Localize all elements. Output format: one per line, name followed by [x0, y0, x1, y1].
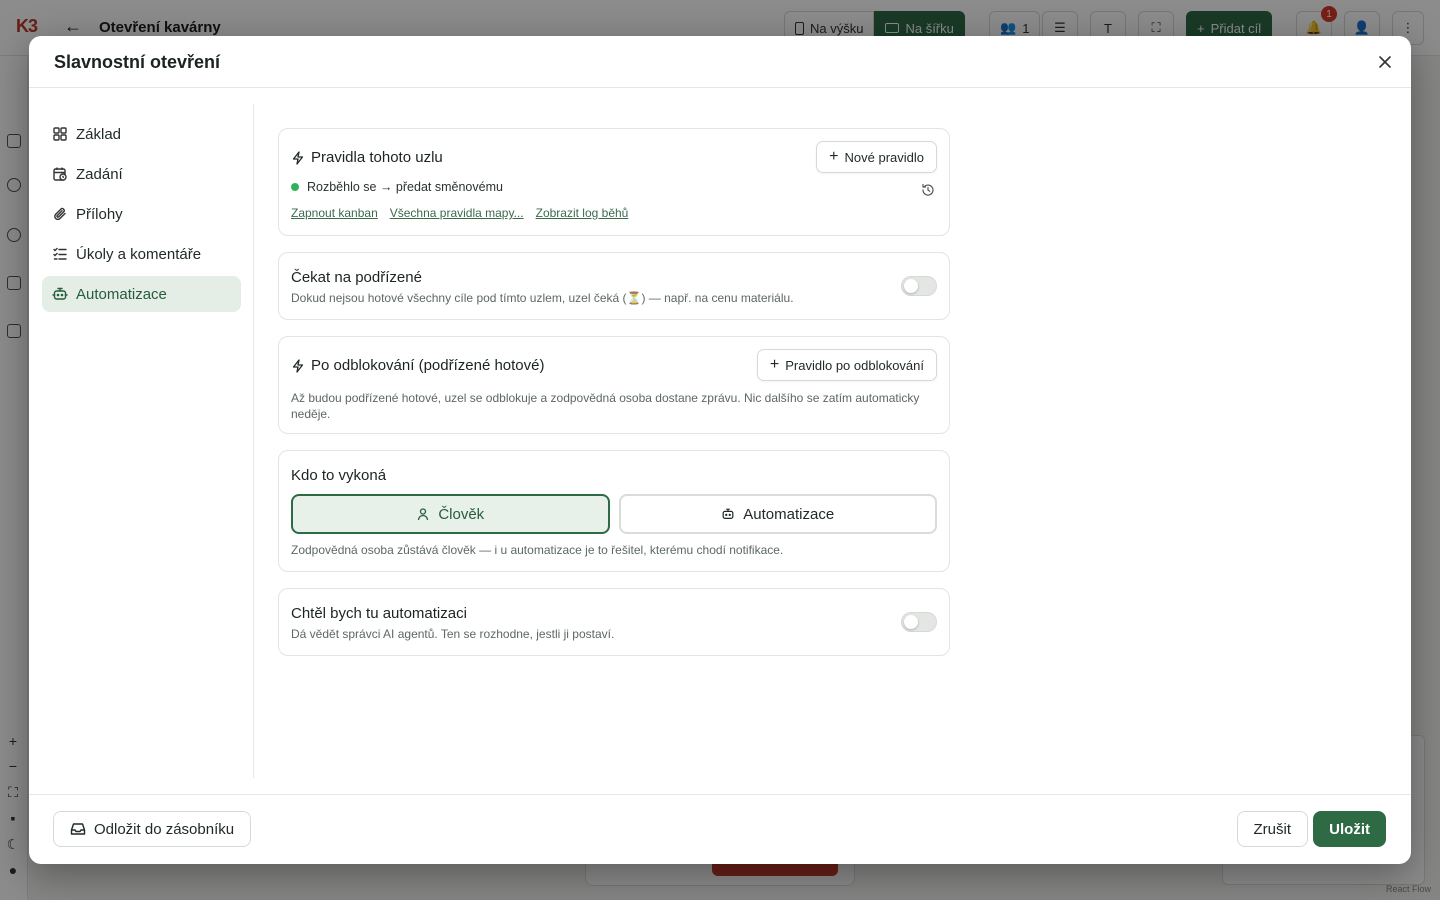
nav-item-ukoly[interactable]: Úkoly a komentáře [42, 236, 241, 272]
modal-header: Slavnostní otevření [29, 36, 1411, 88]
request-title: Chtěl bych tu automatizaci [291, 605, 467, 622]
unblock-rule-button[interactable]: + Pravidlo po odblokování [756, 349, 937, 381]
modal-title: Slavnostní otevření [54, 52, 221, 72]
show-run-log-link[interactable]: Zobrazit log běhů [536, 206, 629, 220]
toggle-knob [904, 279, 918, 293]
bot-icon [722, 508, 734, 519]
plus-icon: + [769, 356, 780, 373]
plus-icon: + [829, 148, 839, 165]
executor-option-automation[interactable]: Automatizace [618, 494, 937, 534]
executor-option-human[interactable]: Člověk [291, 494, 610, 534]
request-automation-card: Chtěl bych tu automatizaci Dá vědět sprá… [278, 588, 950, 656]
wait-children-toggle[interactable] [901, 276, 937, 296]
nav-label: Automatizace [76, 285, 167, 303]
unblock-description: Až budou podřízené hotové, uzel se odblo… [291, 391, 920, 421]
postpone-to-backlog-button[interactable]: Odložit do zásobníku [53, 811, 252, 847]
request-description: Dá vědět správci AI agentů. Ten se rozho… [291, 627, 615, 641]
close-button[interactable] [1373, 50, 1397, 74]
nav-item-prilohy[interactable]: Přílohy [42, 196, 241, 232]
user-icon [418, 508, 429, 521]
unblock-title: Po odblokování (podřízené hotové) [311, 357, 545, 374]
nav-item-zaklad[interactable]: Základ [42, 116, 241, 152]
executor-selector: Člověk Automatizace [291, 494, 937, 534]
wait-description: Dokud nejsou hotové všechny cíle pod tím… [291, 291, 794, 305]
rule-item[interactable]: Rozběhlo se → předat směnovému [291, 180, 937, 194]
calendar-clock-icon [53, 167, 67, 181]
request-automation-toggle[interactable] [901, 612, 937, 632]
node-rules-card: Pravidla tohoto uzlu + Nové pravidlo Roz… [278, 128, 950, 236]
node-detail-modal: Slavnostní otevření Základ Zadání Příloh… [29, 36, 1411, 864]
nav-item-automatizace[interactable]: Automatizace [42, 276, 241, 312]
postpone-label: Odložit do zásobníku [94, 820, 235, 838]
human-option-label: Člověk [438, 505, 485, 523]
save-button[interactable]: Uložit [1313, 811, 1386, 847]
grid-icon [53, 127, 67, 141]
zap-icon [292, 150, 304, 165]
inbox-icon [70, 823, 86, 835]
executor-description: Zodpovědná osoba zůstává člověk — i u au… [291, 543, 784, 557]
nav-item-zadani[interactable]: Zadání [42, 156, 241, 192]
list-checks-icon [53, 247, 67, 260]
nav-label: Zadání [76, 165, 123, 183]
enable-kanban-link[interactable]: Zapnout kanban [291, 206, 378, 220]
nav-label: Úkoly a komentáře [76, 245, 202, 263]
wait-children-card: Čekat na podřízené Dokud nejsou hotové v… [278, 252, 950, 320]
executor-title: Kdo to vykoná [291, 467, 387, 484]
after-unblock-card: Po odblokování (podřízené hotové) + Prav… [278, 336, 950, 434]
paperclip-icon [54, 207, 66, 221]
toggle-knob [904, 615, 918, 629]
bot-icon [52, 287, 68, 300]
automation-panel: Pravidla tohoto uzlu + Nové pravidlo Roz… [278, 128, 950, 672]
rules-links: Zapnout kanban Všechna pravidla mapy... … [291, 206, 937, 220]
new-rule-button[interactable]: + Nové pravidlo [816, 141, 937, 173]
executor-card: Kdo to vykoná Člověk Automatizace Zodpov… [278, 450, 950, 572]
rule-status-dot [291, 183, 299, 191]
new-rule-label: Nové pravidlo [844, 149, 925, 165]
cancel-button[interactable]: Zrušit [1236, 811, 1308, 847]
nav-label: Základ [76, 125, 122, 143]
wait-title: Čekat na podřízené [291, 269, 422, 286]
history-icon [922, 183, 934, 196]
all-map-rules-link[interactable]: Všechna pravidla mapy... [390, 206, 524, 220]
close-icon [1379, 56, 1391, 68]
modal-footer: Odložit do zásobníku Zrušit Uložit [29, 794, 1411, 864]
unblock-rule-label: Pravidlo po odblokování [785, 357, 924, 373]
rules-title: Pravidla tohoto uzlu [311, 149, 443, 166]
nav-divider [253, 104, 254, 778]
zap-icon [292, 358, 304, 373]
modal-sidebar-nav: Základ Zadání Přílohy Úkoly a komentáře … [42, 116, 241, 316]
automation-option-label: Automatizace [743, 505, 835, 523]
rule-history-button[interactable] [921, 183, 935, 202]
rule-text: Rozběhlo se → předat směnovému [307, 180, 503, 194]
nav-label: Přílohy [76, 205, 123, 223]
